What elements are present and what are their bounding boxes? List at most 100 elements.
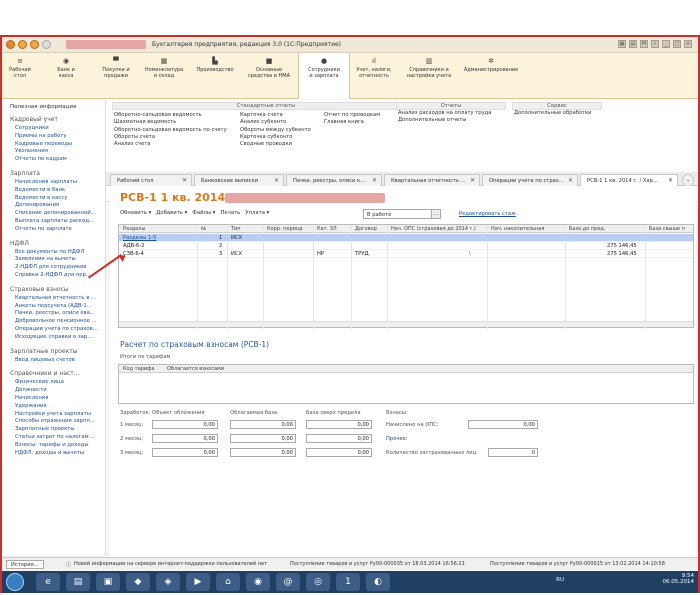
history-button[interactable]: История... [6,560,44,569]
report-link[interactable]: Карточка счета [238,112,318,119]
sidebar-item[interactable]: Ведомости в банк [10,187,105,195]
sidebar-item[interactable]: Способы отражения зарпл... [10,418,105,426]
report-link[interactable]: Оборотно-сальдовая ведомость по счету [112,127,230,134]
sidebar-item[interactable]: Ввод лицевых счетов [10,357,105,365]
ie-icon[interactable]: e [36,573,60,591]
sidebar-item[interactable]: НДФЛ: доходы и вычеты [10,450,105,458]
1c-icon[interactable]: 1 [336,573,360,591]
section-fixed-assets[interactable]: ■ Основные средства и НМА [240,53,298,99]
close-icon[interactable]: ✕ [470,177,475,184]
section-production[interactable]: ▙ Производство [190,53,240,99]
tab-bank-statements[interactable]: Банковские выписки ✕ [194,174,284,186]
month-2-over-field[interactable]: 0,00 [306,434,372,443]
icq-icon[interactable]: @ [276,573,300,591]
month-2-taxable-field[interactable]: 0,00 [230,434,296,443]
close-icon[interactable]: ✕ [372,177,377,184]
app-icon[interactable]: ◈ [156,573,180,591]
tab-packs[interactable]: Пачки, реестры, описи к... ✕ [286,174,382,186]
favorites-icon[interactable] [42,40,51,49]
column-header[interactable]: Облагается взносами [167,366,224,372]
section-nomenclature[interactable]: ▦ Номенклатура и склад [138,53,190,99]
firefox-icon[interactable]: ◉ [246,573,270,591]
report-link[interactable]: Анализ счета [112,141,230,148]
report-link[interactable]: Дополнительные отчеты [396,117,506,124]
report-link[interactable]: Оборотно-сальдовая ведомость [112,112,230,119]
table-row[interactable]: АДВ-6-2 2 275 146,45 [119,242,693,250]
explorer-icon[interactable]: ▤ [66,573,90,591]
app-menu-icon[interactable] [6,40,15,49]
sidebar-item[interactable]: Статьи затрат по налогам ... [10,434,105,442]
column-header[interactable]: Корр. период [267,226,302,232]
report-link[interactable]: Шахматная ведомость [112,119,230,126]
sidebar-item[interactable]: Заявления на вычеты [10,256,105,264]
section-purchases[interactable]: ▀ Покупки и продажи [94,53,138,99]
report-link[interactable]: Сводные проводки [238,141,318,148]
sidebar-item[interactable]: Ведомости в кассу [10,195,105,203]
sidebar-item[interactable]: Квартальная отчетность в ... [10,295,105,303]
table-row[interactable]: Разделы 1-5 1 ИСХ [119,234,693,242]
column-header[interactable]: Код тарифа [123,366,154,372]
sidebar-item[interactable]: Отчеты по кадрам [10,156,105,164]
forward-icon[interactable] [30,40,39,49]
chrome-icon[interactable]: ◎ [306,573,330,591]
sidebar-item[interactable]: Удержания [10,403,105,411]
sidebar-item[interactable]: Настройки учета зарплаты [10,411,105,419]
month-1-object-field[interactable]: 0,00 [152,420,218,429]
sidebar-item[interactable]: Исходящие справки о зар... [10,334,105,342]
status-select-button[interactable]: ... [431,209,441,219]
tab-operations[interactable]: Операции учета по страх... ✕ [482,174,578,186]
other-link[interactable]: Прочее: [386,436,408,442]
section-bank[interactable]: ◉ Банк и касса [38,53,94,99]
sidebar-item[interactable]: Отчеты по зарплате [10,226,105,234]
app-icon[interactable]: ◐ [366,573,390,591]
month-3-over-field[interactable]: 0,00 [306,448,372,457]
month-1-taxable-field[interactable]: 0,00 [230,420,296,429]
sidebar-item[interactable]: Должности [10,387,105,395]
tab-quarterly[interactable]: Квартальная отчетность ... ✕ [384,174,480,186]
status-field[interactable]: В работе [363,209,441,219]
sidebar-item[interactable]: Сотрудники [10,125,105,133]
sidebar-item[interactable]: Добровольное пенсионное ... [10,318,105,326]
month-3-taxable-field[interactable]: 0,00 [230,448,296,457]
notification[interactable]: Поступление товаров и услуг Ру00-000015 … [490,561,665,567]
floppy-icon[interactable]: ▣ [96,573,120,591]
sidebar-item[interactable]: Кадровые переводы [10,141,105,149]
column-header[interactable]: № [201,226,206,232]
insured-count-field[interactable]: 0 [488,448,538,457]
table-row[interactable]: СЗВ-6-4 3 ИСХ НР ТРУД. \ 275 146,45 [119,250,693,258]
column-header[interactable]: Разделы [123,226,145,232]
calendar-icon[interactable]: ▦ [618,40,626,48]
section-settings[interactable]: ▥ Справочники и настройки учета [398,53,460,99]
section-desktop[interactable]: ≡ Рабочий стол [2,53,38,99]
sidebar-item[interactable]: Зарплатные проекты [10,426,105,434]
section-admin[interactable]: ✲ Администрирование [460,53,522,99]
add-button[interactable]: Добавить ▾ [156,210,187,220]
month-1-over-field[interactable]: 0,00 [306,420,372,429]
report-link[interactable]: Обороты счета [112,134,230,141]
column-header[interactable]: Нач. накопительная [491,226,544,232]
column-header[interactable]: Тип [231,226,241,232]
report-link[interactable]: Главная книга [322,119,392,126]
start-button[interactable] [6,573,24,591]
sidebar-item[interactable]: Анкеты персучета (АДВ-1... [10,303,105,311]
report-link[interactable]: Анализ субконто [238,119,318,126]
sidebar-item[interactable]: Начисления зарплаты [10,179,105,187]
month-2-object-field[interactable]: 0,00 [152,434,218,443]
column-header[interactable]: Договор [355,226,377,232]
report-link[interactable]: Анализ расходов на оплату труда [396,110,506,117]
close-icon[interactable]: ✕ [668,177,673,184]
section-cell[interactable]: Разделы 1-5 [123,235,156,241]
tabs-menu-button[interactable]: ⌄ [682,174,694,186]
ops-field[interactable]: 0,00 [468,420,538,429]
close-icon[interactable]: ✕ [182,177,187,184]
report-link[interactable]: Дополнительные обработки [512,110,602,117]
month-3-object-field[interactable]: 0,00 [152,448,218,457]
refresh-button[interactable]: Обновить ▾ [120,210,151,220]
section-employees[interactable]: ● Сотрудники и зарплата [298,53,350,99]
notification[interactable]: Поступление товаров и услуг Ру00-000035 … [290,561,465,567]
edit-experience-link[interactable]: Редактировать стаж [459,211,516,217]
sidebar-item[interactable]: Пачки, реестры, описи ква... [10,310,105,318]
sidebar-item[interactable]: Взносы: тарифы и доходы [10,442,105,450]
sidebar-item[interactable]: Приемы на работу [10,133,105,141]
report-link[interactable]: Карточка субконто [238,134,318,141]
